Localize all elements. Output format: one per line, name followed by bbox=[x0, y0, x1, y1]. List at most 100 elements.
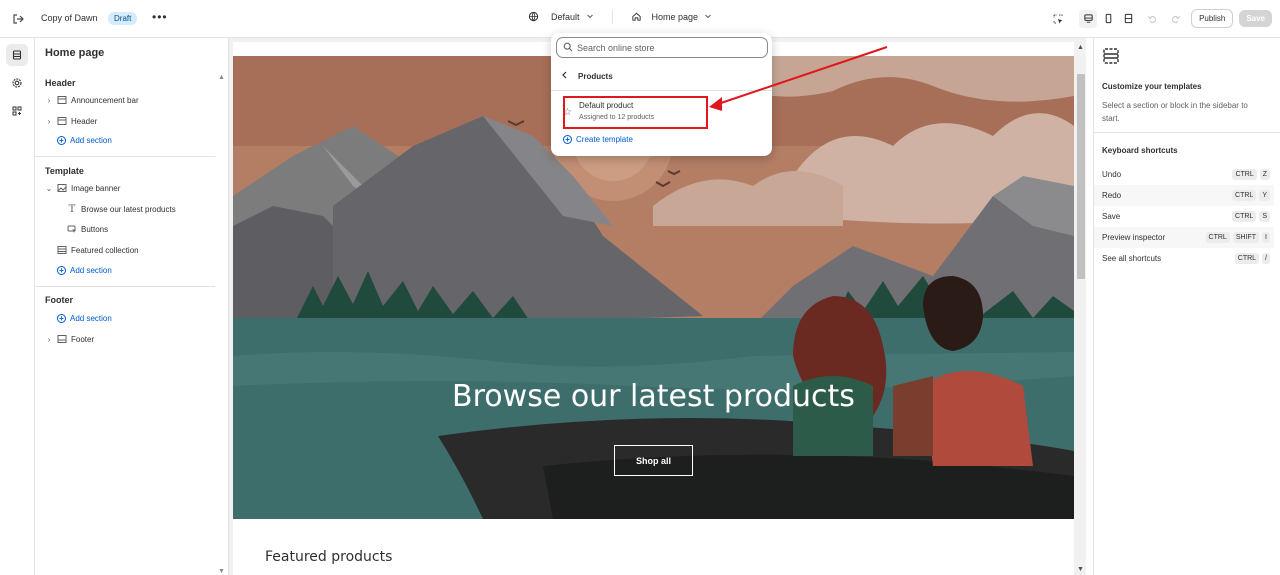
button-icon bbox=[67, 224, 77, 234]
sidebar-item-header[interactable]: › Header bbox=[45, 116, 98, 126]
page-selector-group: Default Home page bbox=[528, 10, 712, 24]
apps-icon[interactable] bbox=[6, 100, 28, 122]
template-icon bbox=[1102, 47, 1120, 68]
page-selector[interactable]: Home page bbox=[652, 12, 699, 22]
variant-selector[interactable]: Default bbox=[551, 12, 580, 22]
sidebar-item-footer[interactable]: › Footer bbox=[45, 334, 94, 344]
shortcut-label: Save bbox=[1102, 212, 1121, 221]
exit-icon[interactable] bbox=[9, 10, 27, 28]
star-icon: ☆ bbox=[563, 107, 572, 118]
create-template-button[interactable]: + Create template bbox=[563, 135, 633, 144]
chevron-right-icon[interactable]: › bbox=[45, 117, 53, 126]
sidebar-item-label: Announcement bar bbox=[71, 95, 139, 105]
chevron-right-icon[interactable]: › bbox=[45, 335, 53, 344]
sidebar-item-label: Buttons bbox=[81, 224, 109, 234]
header-group-heading: Header bbox=[45, 78, 76, 88]
sidebar-item-buttons-block[interactable]: Buttons bbox=[67, 224, 108, 234]
image-icon bbox=[57, 183, 67, 193]
create-template-label: Create template bbox=[576, 135, 633, 144]
home-icon bbox=[631, 11, 642, 24]
shortcut-row-see-all[interactable]: See all shortcuts CTRL / bbox=[1094, 248, 1274, 269]
key: S bbox=[1259, 211, 1270, 222]
key: CTRL bbox=[1232, 190, 1257, 201]
chevron-down-icon bbox=[704, 12, 712, 22]
sidebar-item-announcement-bar[interactable]: › Announcement bar bbox=[45, 95, 139, 105]
add-section-footer-button[interactable]: + Add section bbox=[57, 314, 112, 323]
publish-button[interactable]: Publish bbox=[1191, 9, 1234, 28]
back-label: Products bbox=[578, 71, 613, 81]
key: CTRL bbox=[1232, 169, 1257, 180]
desktop-view-icon[interactable] bbox=[1079, 9, 1098, 28]
fullscreen-view-icon[interactable] bbox=[1119, 10, 1137, 28]
chevron-down-icon[interactable]: ⌄ bbox=[45, 184, 53, 193]
chevron-down-icon bbox=[586, 12, 594, 22]
shop-all-button[interactable]: Shop all bbox=[614, 445, 693, 476]
section-icon bbox=[57, 334, 67, 344]
theme-settings-icon[interactable] bbox=[6, 72, 28, 94]
sidebar-item-image-banner[interactable]: ⌄ Image banner bbox=[45, 183, 121, 193]
shortcuts-heading: Keyboard shortcuts bbox=[1102, 146, 1178, 155]
template-subtitle: Assigned to 12 products bbox=[579, 114, 655, 121]
add-section-header-button[interactable]: + Add section bbox=[57, 136, 112, 145]
shortcut-label: Preview inspector bbox=[1102, 233, 1166, 242]
search-field[interactable] bbox=[556, 37, 768, 58]
inspector-icon[interactable] bbox=[1049, 10, 1067, 28]
undo-icon[interactable] bbox=[1143, 10, 1161, 28]
sidebar-item-label: Featured collection bbox=[71, 245, 139, 255]
divider bbox=[35, 156, 215, 157]
preview-scrollbar[interactable]: ▲ ▼ bbox=[1075, 42, 1086, 575]
shortcut-label: Redo bbox=[1102, 191, 1122, 200]
divider bbox=[611, 10, 613, 24]
sidebar-item-featured-collection[interactable]: Featured collection bbox=[57, 245, 139, 255]
scroll-up-arrow[interactable]: ▲ bbox=[218, 74, 225, 81]
featured-products-heading[interactable]: Featured products bbox=[265, 549, 392, 565]
search-input[interactable] bbox=[577, 42, 757, 53]
section-icon bbox=[57, 116, 67, 126]
sidebar-item-heading-block[interactable]: T Browse our latest products bbox=[67, 203, 176, 215]
sections-icon[interactable] bbox=[6, 44, 28, 66]
back-to-products-button[interactable]: Products bbox=[561, 71, 613, 81]
plus-circle-icon: + bbox=[563, 135, 572, 144]
template-group-heading: Template bbox=[45, 166, 84, 176]
divider bbox=[551, 90, 772, 91]
sidebar-item-label: Footer bbox=[71, 334, 95, 344]
scroll-down-arrow[interactable]: ▼ bbox=[218, 568, 225, 575]
template-option-default-product[interactable]: ☆ Default product Assigned to 12 product… bbox=[563, 96, 708, 129]
shortcut-label: See all shortcuts bbox=[1102, 254, 1162, 263]
sidebar-item-label: Image banner bbox=[71, 183, 121, 193]
shortcut-label: Undo bbox=[1102, 170, 1122, 179]
chevron-right-icon[interactable]: › bbox=[45, 96, 53, 105]
divider bbox=[35, 286, 215, 287]
hero-heading[interactable]: Browse our latest products bbox=[233, 379, 1074, 414]
more-actions-button[interactable]: ••• bbox=[152, 10, 168, 24]
sections-sidebar: Home page ▲ Header › Announcement bar › … bbox=[35, 38, 229, 575]
plus-circle-icon: + bbox=[57, 314, 66, 323]
plus-circle-icon: + bbox=[57, 136, 66, 145]
add-section-label: Add section bbox=[70, 266, 112, 275]
scroll-down-arrow[interactable]: ▼ bbox=[1077, 566, 1084, 573]
collection-icon bbox=[57, 245, 67, 255]
key: / bbox=[1262, 253, 1270, 264]
scrollbar-thumb[interactable] bbox=[1077, 74, 1085, 279]
key: SHIFT bbox=[1232, 232, 1260, 243]
footer-group-heading: Footer bbox=[45, 295, 73, 305]
theme-name: Copy of Dawn bbox=[41, 13, 98, 23]
scroll-up-arrow[interactable]: ▲ bbox=[1077, 44, 1084, 51]
template-name: Default product bbox=[579, 101, 634, 110]
topbar-actions: Publish Save bbox=[1049, 9, 1272, 28]
text-icon: T bbox=[68, 203, 76, 215]
left-icon-rail bbox=[0, 38, 35, 575]
add-section-label: Add section bbox=[70, 314, 112, 323]
settings-panel: Customize your templates Select a sectio… bbox=[1093, 38, 1280, 575]
status-badge: Draft bbox=[108, 12, 138, 25]
mobile-view-icon[interactable] bbox=[1099, 10, 1117, 28]
add-section-template-button[interactable]: + Add section bbox=[57, 266, 112, 275]
sidebar-item-label: Browse our latest products bbox=[81, 204, 176, 214]
panel-description: Select a section or block in the sidebar… bbox=[1102, 101, 1248, 123]
shortcut-row-preview-inspector: Preview inspector CTRL SHIFT I bbox=[1094, 227, 1274, 248]
section-icon bbox=[57, 95, 67, 105]
redo-icon[interactable] bbox=[1167, 10, 1185, 28]
save-button[interactable]: Save bbox=[1239, 10, 1272, 27]
panel-title: Customize your templates bbox=[1102, 82, 1202, 91]
page-title: Home page bbox=[45, 47, 105, 59]
